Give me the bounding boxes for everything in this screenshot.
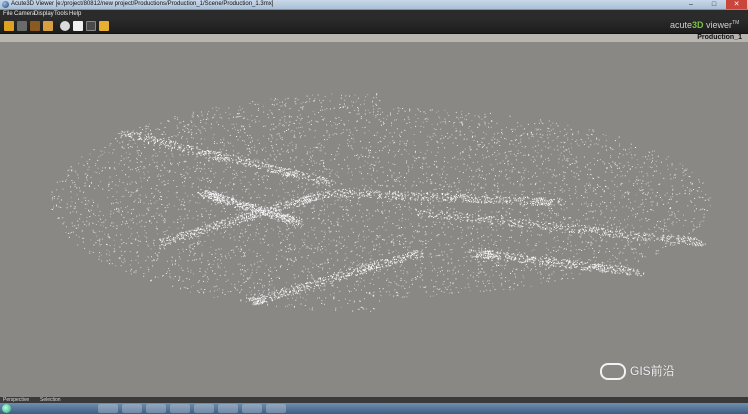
settings-icon[interactable] <box>60 21 70 31</box>
square-icon[interactable] <box>73 21 83 31</box>
menu-camera[interactable]: Camera <box>14 10 35 18</box>
maximize-button[interactable]: □ <box>703 0 725 9</box>
production-label: Production_1 <box>697 34 742 41</box>
minimize-button[interactable]: – <box>680 0 702 9</box>
menu-display[interactable]: Display <box>34 10 54 18</box>
close-button[interactable]: ✕ <box>726 0 747 9</box>
open-folder-icon[interactable] <box>4 21 14 31</box>
menu-bar: File Camera Display Tools Help <box>0 10 748 18</box>
window-title: Acute3D Viewer [e:/project/80812/new pro… <box>11 1 274 7</box>
3d-viewport[interactable] <box>0 42 748 397</box>
taskbar-app-8[interactable] <box>266 404 286 413</box>
taskbar-app-5[interactable] <box>194 404 214 413</box>
wechat-icon <box>600 363 626 381</box>
measure-icon[interactable] <box>99 21 109 31</box>
start-button[interactable] <box>2 404 11 413</box>
menu-tools[interactable]: Tools <box>54 10 68 18</box>
toolbar: acute3D viewerTM <box>0 18 748 34</box>
production-bar: Production_1 <box>0 34 748 42</box>
taskbar-app-3[interactable] <box>146 404 166 413</box>
taskbar-app-2[interactable] <box>122 404 142 413</box>
taskbar <box>0 403 748 414</box>
fullscreen-icon[interactable] <box>86 21 96 31</box>
brand-logo: acute3D viewerTM <box>670 20 740 30</box>
title-bar: Acute3D Viewer [e:/project/80812/new pro… <box>0 0 748 10</box>
point-cloud <box>51 93 711 312</box>
taskbar-app-7[interactable] <box>242 404 262 413</box>
menu-help[interactable]: Help <box>69 10 81 18</box>
zoom-icon[interactable] <box>30 21 40 31</box>
taskbar-app-6[interactable] <box>218 404 238 413</box>
pan-hand-icon[interactable] <box>43 21 53 31</box>
watermark: GIS前沿 <box>600 362 675 381</box>
taskbar-app-1[interactable] <box>98 404 118 413</box>
rotate-icon[interactable] <box>17 21 27 31</box>
taskbar-app-4[interactable] <box>170 404 190 413</box>
app-icon <box>2 1 9 8</box>
menu-file[interactable]: File <box>3 10 13 18</box>
